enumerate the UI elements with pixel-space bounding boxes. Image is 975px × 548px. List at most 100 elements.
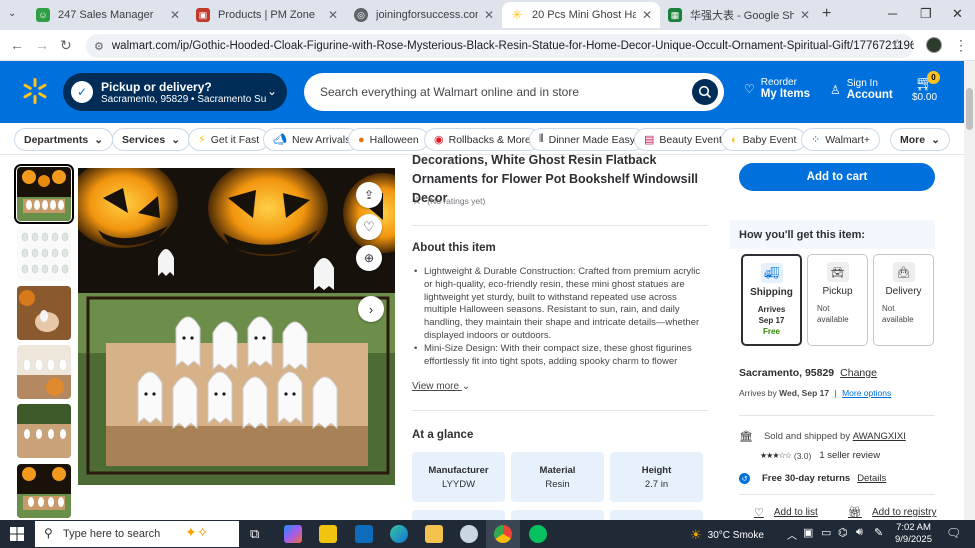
nav-rollbacks[interactable]: ◉ Rollbacks & More (424, 128, 541, 151)
tab-title: Products | PM Zone (218, 9, 316, 21)
seller-rating-value: (3.0) (793, 450, 812, 461)
pickup-delivery-selector[interactable]: ✓ Pickup or delivery? Sacramento, 95829 … (63, 73, 287, 111)
product-thumbnail[interactable] (17, 404, 71, 458)
network-icon[interactable]: ⌬ (838, 526, 848, 539)
notifications-icon[interactable]: 🗨︎ (946, 526, 961, 540)
product-thumbnail[interactable] (14, 164, 74, 224)
tab-joiningforsuccess[interactable]: ◎ joiningforsuccess.com/adm ✕ (346, 2, 502, 28)
tab-products-pm-zone[interactable]: ▣ Products | PM Zone ✕ (188, 2, 346, 28)
search-input[interactable]: Search everything at Walmart online and … (304, 73, 724, 111)
taskbar-search-placeholder: Type here to search (63, 528, 161, 540)
nav-new-arrivals[interactable]: 📣︎ New Arrivals (263, 128, 361, 151)
reload-icon[interactable]: ↻ (60, 37, 72, 54)
view-more-link[interactable]: View more ⌄ (412, 381, 470, 392)
change-location-link[interactable]: Change (840, 367, 877, 379)
add-to-cart-button[interactable]: Add to cart (739, 163, 935, 191)
forward-icon[interactable]: → (35, 37, 49, 53)
tab-walmart-ghost[interactable]: ✳ 20 Pcs Mini Ghost Hallowee ✕ (502, 2, 660, 28)
browser-menu-icon[interactable]: ⋮ (954, 37, 968, 54)
search-button[interactable] (692, 79, 718, 105)
share-button[interactable]: ⇪ (356, 182, 382, 208)
windows-start-icon[interactable] (10, 527, 24, 541)
tab-title: joiningforsuccess.com/adm (376, 9, 478, 21)
seller-stars-icon: ★★★☆☆ (760, 451, 792, 460)
product-thumbnail[interactable] (17, 345, 71, 399)
volume-icon[interactable]: 🔊︎ (856, 526, 863, 539)
pill-label: Get it Fast (210, 133, 260, 146)
show-hidden-icons-icon[interactable]: ︿ (787, 527, 797, 542)
close-tab-icon[interactable]: ✕ (328, 8, 338, 22)
next-image-button[interactable]: › (358, 296, 384, 322)
pen-icon[interactable]: ✎ (874, 526, 883, 539)
location-check-icon: ✓ (71, 81, 93, 103)
walmart-spark-logo-icon[interactable] (22, 78, 48, 104)
file-explorer-icon[interactable] (425, 525, 443, 543)
nav-walmart-plus[interactable]: ⁘ Walmart+ (801, 128, 881, 151)
more-options-link[interactable]: More options (842, 388, 891, 398)
close-window-icon[interactable]: ✕ (952, 6, 963, 22)
fulfillment-pickup-option[interactable]: 🚘︎ Pickup Not available (807, 254, 868, 346)
tab-search-icon[interactable]: ⌄ (8, 8, 16, 19)
services-menu[interactable]: Services ⌄ (112, 128, 191, 151)
returns-details-link[interactable]: Details (857, 473, 886, 484)
browser-toolbar: ← → ↻ ⚙ walmart.com/ip/Gothic-Hooded-Clo… (0, 30, 975, 61)
favorite-button[interactable]: ♡ (356, 214, 382, 240)
restore-icon[interactable]: ❐ (920, 6, 932, 22)
edge-icon[interactable] (390, 525, 408, 543)
nav-get-it-fast[interactable]: ⚡︎ Get it Fast (188, 128, 270, 151)
departments-menu[interactable]: Departments ⌄ (14, 128, 113, 151)
add-to-registry-button[interactable]: 🎁︎ Add to registry (848, 506, 936, 519)
product-thumbnail[interactable] (17, 464, 71, 518)
new-tab-icon[interactable]: + (822, 5, 831, 23)
seller-rating[interactable]: ★★★☆☆ (3.0) 1 seller review (760, 450, 880, 461)
site-info-icon[interactable]: ⚙ (94, 40, 104, 53)
battery-icon[interactable]: ▭ (821, 526, 831, 539)
share-icon: ⇪ (363, 188, 375, 202)
tray-app-icon[interactable]: ▣ (803, 526, 813, 539)
close-tab-icon[interactable]: ✕ (484, 8, 494, 22)
fulfillment-delivery-option[interactable]: 👜︎ Delivery Not available (873, 254, 934, 346)
divider (739, 415, 935, 416)
wechat-icon[interactable] (529, 525, 547, 543)
glance-height: Height 2.7 in (610, 452, 703, 502)
view-more-label: View more (412, 381, 460, 392)
nav-dinner-made-easy[interactable]: ⫴ Dinner Made Easy (529, 128, 645, 151)
taskbar-clock[interactable]: 7:02 AM 9/9/2025 (895, 522, 932, 546)
taskbar-search-input[interactable]: ⚲ Type here to search ✦✧ (35, 521, 239, 547)
page-scrollbar[interactable] (964, 61, 975, 520)
nav-halloween[interactable]: ● Halloween (348, 128, 429, 151)
copilot-icon[interactable] (284, 525, 302, 543)
fulfillment-shipping-option[interactable]: 🚚︎ Shipping Arrives Sep 17 Free (741, 254, 802, 346)
product-thumbnail[interactable] (17, 286, 71, 340)
close-tab-icon[interactable]: ✕ (170, 8, 180, 22)
reorder-my-items-link[interactable]: ♡ Reorder My Items (744, 77, 810, 100)
outlook-icon[interactable] (355, 525, 373, 543)
bookmark-star-icon[interactable]: ☆ (891, 36, 904, 53)
minimize-icon[interactable]: ─ (888, 6, 897, 21)
back-icon[interactable]: ← (10, 37, 24, 53)
nav-beauty-event[interactable]: ▤ Beauty Event (634, 128, 732, 151)
product-thumbnail[interactable] (17, 227, 71, 281)
seller-name-link[interactable]: AWANGXIXI (853, 431, 906, 442)
scrollbar-thumb[interactable] (966, 88, 973, 130)
close-tab-icon[interactable]: ✕ (800, 8, 810, 22)
close-tab-icon[interactable]: ✕ (642, 8, 652, 22)
tab-google-sheets[interactable]: ▦ 华强大表 - Google Sheets ✕ (660, 2, 818, 28)
seller-reviews-link[interactable]: 1 seller review (819, 450, 880, 461)
profile-avatar[interactable] (926, 37, 942, 53)
sign-in-account-link[interactable]: ♙ Sign In Account (830, 78, 893, 101)
rating-summary[interactable]: ☆ (No ratings yet) (412, 194, 485, 207)
address-bar[interactable]: ⚙ walmart.com/ip/Gothic-Hooded-Cloak-Fig… (86, 34, 914, 58)
add-to-list-button[interactable]: ♡ Add to list (754, 506, 818, 519)
weather-widget[interactable]: ☀︎ 30°C Smoke (690, 527, 764, 543)
zoom-button[interactable]: ⊕ (356, 245, 382, 271)
product-main-image[interactable]: ⇪ ♡ ⊕ › (78, 168, 395, 485)
task-view-icon[interactable]: ⧉ (250, 526, 259, 542)
nav-baby-event[interactable]: ◐ Baby Event (721, 128, 807, 151)
snipping-tool-icon[interactable] (460, 525, 478, 543)
tab-247-sales-manager[interactable]: ☺ 247 Sales Manager ✕ (28, 2, 188, 28)
microsoft-store-icon[interactable] (319, 525, 337, 543)
thumbnail-image (17, 358, 71, 399)
more-menu[interactable]: More ⌄ (890, 128, 950, 151)
chrome-icon[interactable] (494, 525, 512, 543)
